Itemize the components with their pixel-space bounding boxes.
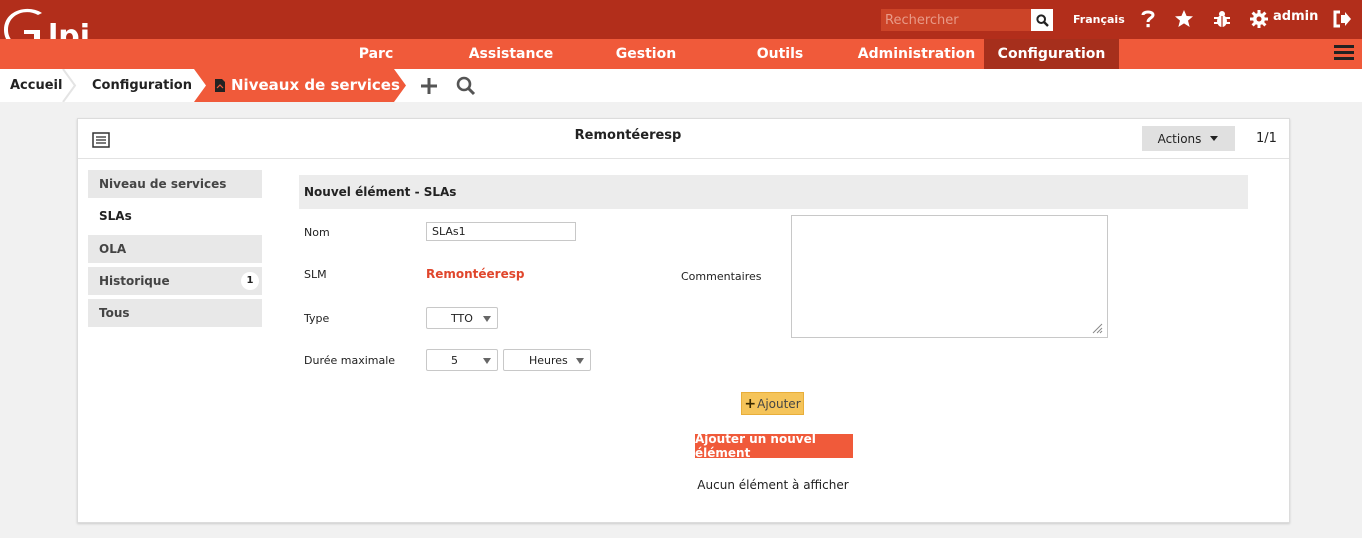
gear-icon[interactable] xyxy=(1248,8,1270,30)
main-panel: Remontéeresp Actions 1/1 Niveau de servi… xyxy=(77,118,1290,523)
search-box xyxy=(881,9,1053,31)
hamburger-menu-icon[interactable] xyxy=(1334,45,1354,63)
type-select[interactable]: TTO xyxy=(426,307,498,329)
breadcrumb-niveaux-de-services[interactable]: Niveaux de services xyxy=(194,69,406,102)
menu-configuration[interactable]: Configuration xyxy=(984,39,1119,69)
duree-unit-selected-value: Heures xyxy=(529,354,568,367)
search-icon[interactable] xyxy=(455,75,477,97)
actions-label: Actions xyxy=(1157,131,1202,146)
resize-grip-icon[interactable] xyxy=(1091,322,1103,334)
actions-button[interactable]: Actions xyxy=(1142,126,1235,151)
slm-link[interactable]: Remontéeresp xyxy=(426,267,524,281)
tab-historique[interactable]: Historique 1 xyxy=(88,267,262,295)
menu-outils[interactable]: Outils xyxy=(750,39,810,69)
add-new-element-button[interactable]: Ajouter un nouvel élément xyxy=(695,432,853,460)
add-icon[interactable] xyxy=(418,75,440,97)
menu-assistance[interactable]: Assistance xyxy=(462,39,560,69)
tab-slas[interactable]: SLAs xyxy=(88,202,262,230)
menu-administration[interactable]: Administration xyxy=(853,39,980,69)
menu-gestion[interactable]: Gestion xyxy=(606,39,686,69)
main-menu: Parc Assistance Gestion Outils Administr… xyxy=(0,39,1362,69)
chevron-down-icon xyxy=(483,358,491,364)
search-button[interactable] xyxy=(1031,9,1053,31)
tab-niveau-de-services[interactable]: Niveau de services xyxy=(88,170,262,198)
type-label: Type xyxy=(304,312,330,325)
search-icon xyxy=(1035,13,1049,27)
caret-down-icon xyxy=(1210,135,1219,141)
ajouter-label: Ajouter xyxy=(757,396,801,411)
ajouter-button[interactable]: + Ajouter xyxy=(741,392,804,415)
breadcrumb-active-label: Niveaux de services xyxy=(231,76,400,94)
commentaires-textarea[interactable] xyxy=(791,215,1108,338)
chevron-down-icon xyxy=(483,316,491,322)
duree-selected-value: 5 xyxy=(451,354,458,367)
star-icon[interactable] xyxy=(1173,8,1195,30)
breadcrumb: Accueil Configuration Niveaux de service… xyxy=(0,69,1362,102)
nom-input[interactable] xyxy=(426,222,576,241)
user-name[interactable]: admin xyxy=(1273,9,1318,24)
duree-value-select[interactable]: 5 xyxy=(426,349,498,371)
chevron-down-icon xyxy=(576,358,584,364)
document-icon xyxy=(215,79,225,92)
nom-label: Nom xyxy=(304,226,330,239)
duree-maximale-label: Durée maximale xyxy=(304,354,396,367)
commentaires-label: Commentaires xyxy=(681,270,762,283)
tab-historique-label: Historique xyxy=(99,274,170,288)
panel-header: Remontéeresp Actions 1/1 xyxy=(78,119,1289,159)
search-input[interactable] xyxy=(881,9,1031,31)
breadcrumb-configuration[interactable]: Configuration xyxy=(92,69,192,102)
count-badge: 1 xyxy=(241,272,259,290)
language-selector[interactable]: Français xyxy=(1073,13,1125,26)
pager: 1/1 xyxy=(1256,131,1277,146)
tab-ola[interactable]: OLA xyxy=(88,235,262,263)
logout-icon[interactable] xyxy=(1331,8,1353,30)
tab-tous[interactable]: Tous xyxy=(88,299,262,327)
empty-message: Aucun élément à afficher xyxy=(697,478,849,492)
help-icon[interactable] xyxy=(1137,8,1159,30)
slm-label: SLM xyxy=(304,268,327,281)
menu-parc[interactable]: Parc xyxy=(346,39,406,69)
page-title: Remontéeresp xyxy=(574,128,682,143)
form-heading: Nouvel élément - SLAs xyxy=(299,175,1248,209)
bug-icon[interactable] xyxy=(1211,8,1233,30)
breadcrumb-separator xyxy=(62,69,77,102)
plus-icon: + xyxy=(744,395,757,412)
duree-unit-select[interactable]: Heures xyxy=(503,349,591,371)
type-selected-value: TTO xyxy=(451,312,473,325)
top-bar: lpi Français xyxy=(0,0,1362,57)
breadcrumb-accueil[interactable]: Accueil xyxy=(10,69,62,102)
